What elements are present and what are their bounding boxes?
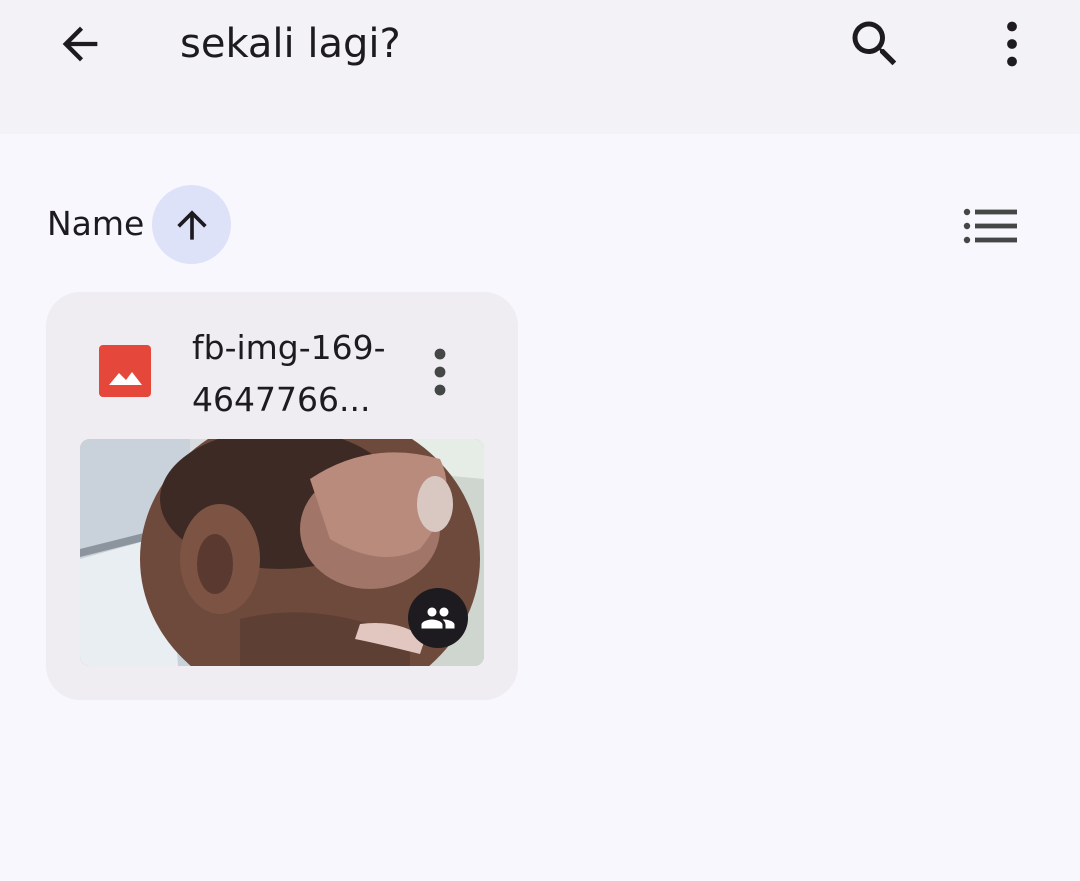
sort-direction-button[interactable] bbox=[152, 185, 231, 264]
more-vert-icon bbox=[434, 348, 446, 396]
file-more-button[interactable] bbox=[416, 338, 464, 406]
file-card[interactable]: fb-img-169­4647766... bbox=[46, 292, 518, 700]
view-toggle-button[interactable] bbox=[956, 198, 1026, 254]
search-button[interactable] bbox=[836, 8, 914, 80]
more-vert-icon bbox=[1007, 21, 1017, 67]
sort-label: Name bbox=[47, 204, 145, 243]
overflow-menu-button[interactable] bbox=[974, 8, 1050, 80]
top-app-bar: sekali lagi? bbox=[0, 0, 1080, 134]
arrow-upward-icon bbox=[176, 209, 207, 240]
page-title: sekali lagi? bbox=[180, 21, 401, 67]
people-icon bbox=[421, 607, 455, 629]
list-view-icon bbox=[963, 208, 1017, 244]
file-name: fb-img-169­4647766... bbox=[192, 328, 386, 419]
back-button[interactable] bbox=[40, 8, 120, 80]
shared-badge bbox=[408, 588, 468, 648]
image-file-icon bbox=[99, 345, 151, 397]
arrow-back-icon bbox=[62, 26, 98, 62]
search-icon bbox=[852, 21, 897, 66]
